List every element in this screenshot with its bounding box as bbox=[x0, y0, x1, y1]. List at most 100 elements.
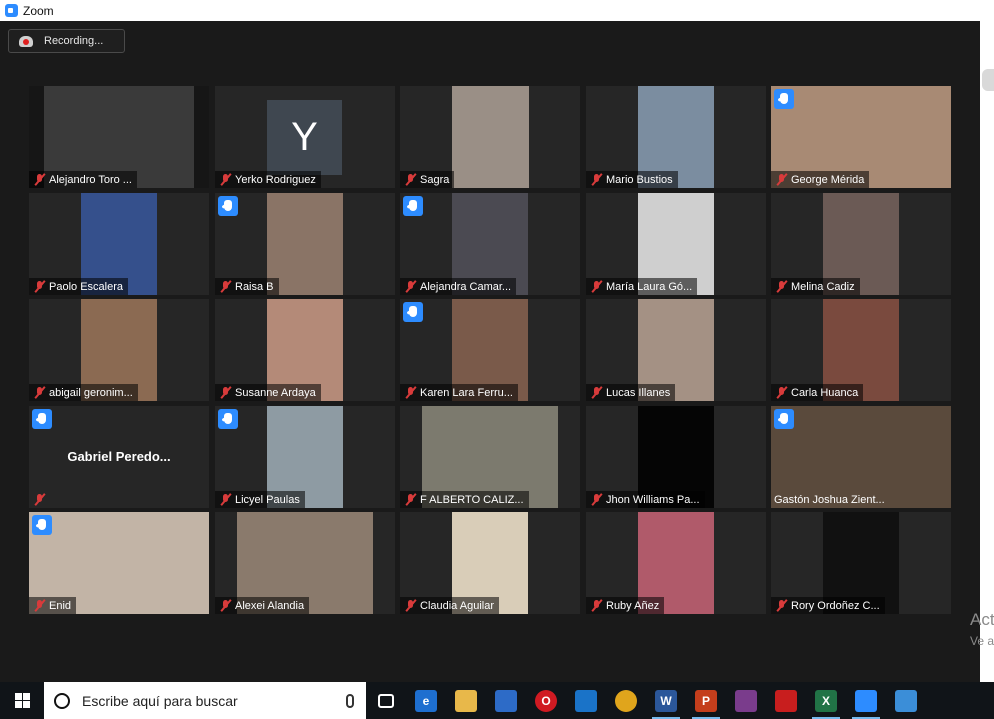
taskbar-app[interactable] bbox=[606, 682, 646, 719]
opera-icon: O bbox=[535, 689, 557, 712]
participant-name: Sagra bbox=[420, 173, 450, 186]
muted-mic-icon bbox=[775, 386, 788, 399]
participant-name: Yerko Rodriguez bbox=[235, 173, 316, 186]
participant-tile[interactable]: Mario Bustios bbox=[586, 86, 766, 188]
participant-display-name: Gabriel Peredo... bbox=[67, 449, 171, 464]
participant-tile[interactable]: Alejandro Toro ... bbox=[29, 86, 209, 188]
participant-namebar: María Laura Gó... bbox=[586, 278, 698, 295]
start-button[interactable] bbox=[0, 682, 44, 719]
participant-tile[interactable]: Claudia Aguilar bbox=[400, 512, 580, 614]
participant-name: Carla Huanca bbox=[791, 386, 859, 399]
taskbar-app[interactable] bbox=[846, 682, 886, 719]
raised-hand-icon bbox=[218, 196, 238, 216]
taskbar-app[interactable] bbox=[766, 682, 806, 719]
participant-tile[interactable]: Licyel Paulas bbox=[215, 406, 395, 508]
participant-tile[interactable]: abigail geronim... bbox=[29, 299, 209, 401]
participant-tile[interactable]: Carla Huanca bbox=[771, 299, 951, 401]
participant-tile[interactable]: Enid bbox=[29, 512, 209, 614]
participant-namebar: Paolo Escalera bbox=[29, 278, 128, 295]
zoom-app-icon bbox=[855, 689, 877, 712]
raised-hand-icon bbox=[32, 515, 52, 535]
participant-tile[interactable]: Melina Cadiz bbox=[771, 193, 951, 295]
side-panel-handle[interactable] bbox=[982, 69, 994, 91]
muted-mic-icon bbox=[33, 386, 46, 399]
taskbar-app[interactable]: W bbox=[646, 682, 686, 719]
muted-mic-icon bbox=[219, 493, 232, 506]
participant-namebar: Karen Lara Ferru... bbox=[400, 384, 518, 401]
recording-indicator[interactable]: Recording... bbox=[8, 29, 125, 53]
muted-mic-icon bbox=[404, 280, 417, 293]
taskbar-app[interactable]: e bbox=[406, 682, 446, 719]
participant-name: George Mérida bbox=[791, 173, 865, 186]
file-explorer-icon bbox=[455, 689, 477, 712]
participant-tile[interactable]: Alejandra Camar... bbox=[400, 193, 580, 295]
participant-name: Ruby Añez bbox=[606, 599, 660, 612]
muted-mic-icon bbox=[404, 599, 417, 612]
participant-tile[interactable]: Y Yerko Rodriguez bbox=[215, 86, 395, 188]
window-title: Zoom bbox=[23, 3, 54, 18]
participant-tile[interactable]: Jhon Williams Pa... bbox=[586, 406, 766, 508]
taskbar-search[interactable]: Escribe aquí para buscar bbox=[44, 682, 366, 719]
participant-namebar: Enid bbox=[29, 597, 77, 614]
muted-mic-icon bbox=[404, 173, 417, 186]
acrobat-icon bbox=[775, 689, 797, 712]
muted-mic-icon bbox=[219, 599, 232, 612]
recording-label: Recording... bbox=[44, 35, 104, 47]
chrome-icon bbox=[615, 689, 637, 712]
taskbar-app[interactable]: X bbox=[806, 682, 846, 719]
raised-hand-icon bbox=[403, 196, 423, 216]
participant-tile[interactable]: Gastón Joshua Zient... bbox=[771, 406, 951, 508]
muted-mic-icon bbox=[33, 173, 46, 186]
muted-mic-icon bbox=[775, 173, 788, 186]
word-icon: W bbox=[655, 689, 677, 712]
participant-name: Alejandro Toro ... bbox=[49, 173, 132, 186]
excel-icon: X bbox=[815, 689, 837, 712]
participant-tile[interactable]: George Mérida bbox=[771, 86, 951, 188]
participant-namebar: Alejandro Toro ... bbox=[29, 171, 137, 188]
participant-name: Licyel Paulas bbox=[235, 493, 300, 506]
muted-mic-icon bbox=[404, 386, 417, 399]
participant-tile[interactable]: Karen Lara Ferru... bbox=[400, 299, 580, 401]
participant-tile[interactable]: Susanne Ardaya bbox=[215, 299, 395, 401]
search-placeholder: Escribe aquí para buscar bbox=[82, 692, 238, 709]
taskbar-app[interactable] bbox=[366, 682, 406, 719]
participant-tile[interactable]: Gabriel Peredo... bbox=[29, 406, 209, 508]
participant-tile[interactable]: Rory Ordoñez C... bbox=[771, 512, 951, 614]
muted-mic-icon bbox=[590, 173, 603, 186]
windows-activation-watermark: Act bbox=[970, 610, 994, 629]
participant-namebar: Gastón Joshua Zient... bbox=[771, 491, 890, 508]
winrar-icon bbox=[735, 689, 757, 712]
taskbar-app[interactable] bbox=[726, 682, 766, 719]
muted-mic-icon bbox=[590, 280, 603, 293]
participant-name: Claudia Aguilar bbox=[420, 599, 494, 612]
participant-namebar: Alexei Alandia bbox=[215, 597, 310, 614]
participant-namebar: Carla Huanca bbox=[771, 384, 864, 401]
taskbar-app[interactable] bbox=[446, 682, 486, 719]
participant-tile[interactable]: Alexei Alandia bbox=[215, 512, 395, 614]
taskbar-app[interactable]: O bbox=[526, 682, 566, 719]
edge-icon: e bbox=[415, 689, 437, 712]
participant-namebar: Jhon Williams Pa... bbox=[586, 491, 705, 508]
muted-mic-icon bbox=[775, 280, 788, 293]
microphone-icon[interactable] bbox=[346, 693, 354, 708]
participant-name: Enid bbox=[49, 599, 72, 612]
participant-tile[interactable]: Raisa B bbox=[215, 193, 395, 295]
taskbar-app[interactable] bbox=[486, 682, 526, 719]
participant-tile[interactable]: Ruby Añez bbox=[586, 512, 766, 614]
participant-namebar: F ALBERTO CALIZ... bbox=[400, 491, 529, 508]
taskbar-apps: e O WP X bbox=[366, 682, 926, 719]
muted-mic-icon bbox=[219, 173, 232, 186]
participant-tile[interactable]: F ALBERTO CALIZ... bbox=[400, 406, 580, 508]
participant-tile[interactable]: Lucas Illanes bbox=[586, 299, 766, 401]
taskbar-app[interactable]: P bbox=[686, 682, 726, 719]
participant-tile[interactable]: María Laura Gó... bbox=[586, 193, 766, 295]
windows-taskbar: Escribe aquí para buscar e O WP X bbox=[0, 682, 994, 719]
taskbar-app[interactable] bbox=[886, 682, 926, 719]
participant-initial-avatar: Y bbox=[267, 100, 342, 175]
participant-tile[interactable]: Sagra bbox=[400, 86, 580, 188]
participant-tile[interactable]: Paolo Escalera bbox=[29, 193, 209, 295]
muted-mic-icon bbox=[33, 280, 46, 293]
taskbar-app[interactable] bbox=[566, 682, 606, 719]
participant-name: Susanne Ardaya bbox=[235, 386, 316, 399]
powerpoint-icon: P bbox=[695, 689, 717, 712]
